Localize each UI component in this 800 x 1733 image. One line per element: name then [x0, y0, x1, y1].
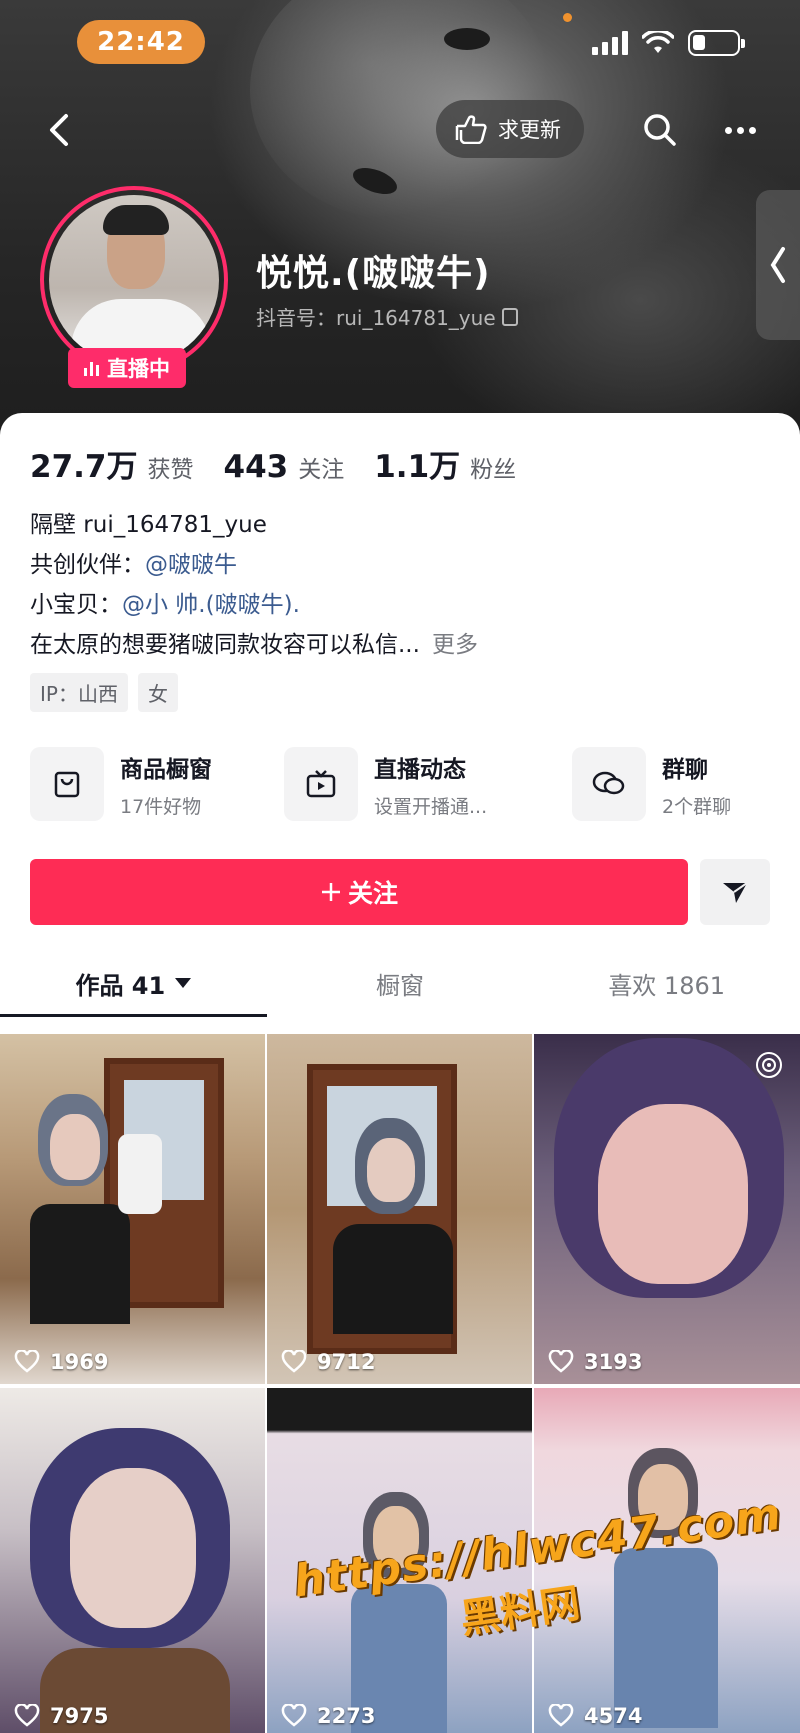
stat-label: 获赞	[147, 457, 194, 483]
douyin-id-text: 抖音号：rui_164781_yue	[256, 306, 496, 330]
stat-value: 27.7万	[30, 449, 138, 485]
shortcut-shop-window[interactable]: 商品橱窗 17件好物	[30, 747, 212, 821]
gender-tag: 女	[137, 673, 178, 712]
side-drawer-handle[interactable]	[756, 190, 800, 340]
profile-name: 悦悦.(啵啵牛)	[256, 253, 491, 294]
privacy-indicator-dot	[563, 13, 572, 22]
request-update-label: 求更新	[498, 118, 561, 142]
live-badge[interactable]: 直播中	[68, 348, 186, 388]
stat-value: 1.1万	[374, 449, 461, 485]
back-icon[interactable]	[40, 108, 80, 152]
douyin-id[interactable]: 抖音号：rui_164781_yue	[256, 302, 518, 331]
heart-icon	[548, 1704, 574, 1727]
shortcut-group-chat[interactable]: 群聊 2个群聊	[572, 747, 731, 821]
heart-icon	[14, 1704, 40, 1727]
shopping-bag-icon	[30, 747, 104, 821]
heart-icon	[548, 1350, 574, 1373]
tab-liked[interactable]: 喜欢 1861	[533, 953, 800, 1013]
live-badge-label: 直播中	[107, 357, 170, 381]
profile-tabs: 作品 41 橱窗 喜欢 1861	[0, 953, 800, 1017]
mention-link[interactable]: @小 帅.(啵啵牛).	[122, 592, 300, 618]
shortcut-live-updates[interactable]: 直播动态 设置开播通...	[284, 747, 487, 821]
video-thumbnail[interactable]: 9712	[267, 1034, 532, 1384]
bio-text: 在太原的想要猪啵同款妆容可以私信...	[30, 632, 420, 658]
shortcut-subtitle: 2个群聊	[662, 795, 732, 818]
stat-label: 关注	[298, 457, 345, 483]
video-likes: 4574	[548, 1704, 642, 1728]
bio-line: 共创伙伴：@啵啵牛	[30, 545, 478, 585]
shortcut-subtitle: 设置开播通...	[374, 795, 488, 818]
bio-line: 隔壁 rui_164781_yue	[30, 512, 267, 538]
recommend-users-button[interactable]	[700, 859, 770, 925]
stat-likes[interactable]: 27.7万 获赞	[30, 441, 194, 486]
bio-more-link[interactable]: 更多	[432, 632, 478, 658]
shortcut-subtitle: 17件好物	[120, 795, 202, 818]
search-icon[interactable]	[640, 110, 680, 150]
wifi-icon	[642, 31, 674, 53]
video-likes: 2273	[281, 1704, 375, 1728]
follow-button-label: 关注	[347, 879, 398, 908]
tab-label: 作品 41	[75, 971, 166, 1000]
video-thumbnail[interactable]: 3193	[534, 1034, 800, 1384]
request-update-button[interactable]: 求更新	[436, 100, 584, 158]
chat-bubbles-icon	[572, 747, 646, 821]
avatar-image	[49, 195, 219, 365]
copy-icon[interactable]	[501, 307, 518, 326]
video-likes-count: 9712	[317, 1350, 376, 1374]
caret-down-icon	[175, 978, 192, 988]
video-likes: 1969	[14, 1350, 108, 1374]
chevron-left-icon	[770, 247, 785, 283]
avatar[interactable]	[40, 186, 228, 374]
bio-prefix: 小宝贝：	[30, 592, 122, 618]
heart-icon	[281, 1704, 307, 1727]
status-icons	[592, 30, 745, 56]
heart-icon	[14, 1350, 40, 1373]
tab-works[interactable]: 作品 41	[0, 953, 267, 1017]
tab-shop-window[interactable]: 橱窗	[267, 953, 534, 1013]
tab-label: 橱窗	[376, 971, 424, 1000]
battery-icon	[688, 30, 745, 56]
tab-label: 喜欢 1861	[608, 971, 726, 1000]
stat-label: 粉丝	[470, 457, 517, 483]
video-likes-count: 7975	[50, 1704, 109, 1728]
video-thumbnail[interactable]: 1969	[0, 1034, 265, 1384]
shortcut-title: 直播动态	[374, 756, 466, 783]
cellular-signal-icon	[592, 31, 628, 55]
bio-prefix: 共创伙伴：	[30, 552, 145, 578]
bio-line: 在太原的想要猪啵同款妆容可以私信... 更多	[30, 625, 478, 665]
video-likes: 3193	[548, 1350, 642, 1374]
shortcut-title: 商品橱窗	[120, 756, 212, 783]
stat-followers[interactable]: 1.1万 粉丝	[374, 441, 516, 486]
live-bars-icon	[84, 360, 99, 376]
bio-line: 小宝贝：@小 帅.(啵啵牛).	[30, 585, 478, 625]
multi-image-icon	[756, 1052, 782, 1078]
video-likes-count: 1969	[50, 1350, 109, 1374]
status-time: 22:42	[77, 20, 205, 64]
cover-photo-eye	[444, 28, 490, 50]
pointing-hand-icon	[455, 115, 487, 144]
stat-value: 443	[223, 449, 289, 485]
send-icon	[723, 882, 748, 903]
video-thumbnail[interactable]: 7975	[0, 1388, 265, 1733]
profile-shortcuts: 商品橱窗 17件好物 直播动态 设置开播通... 群聊 2个群聊	[30, 747, 780, 825]
follow-button[interactable]: 关注	[30, 859, 688, 925]
mention-link[interactable]: @啵啵牛	[145, 552, 237, 578]
tv-icon	[284, 747, 358, 821]
plus-icon	[321, 883, 340, 901]
video-likes-count: 4574	[584, 1704, 643, 1728]
heart-icon	[281, 1350, 307, 1373]
stat-following[interactable]: 443 关注	[224, 449, 345, 485]
video-likes: 7975	[14, 1704, 108, 1728]
video-likes-count: 2273	[317, 1704, 376, 1728]
profile-bio: 隔壁 rui_164781_yue 共创伙伴：@啵啵牛 小宝贝：@小 帅.(啵啵…	[30, 505, 478, 665]
profile-stats: 27.7万 获赞 443 关注 1.1万 粉丝	[30, 441, 546, 486]
more-options-icon[interactable]	[720, 112, 760, 148]
profile-tags: IP：山西 女	[30, 673, 178, 712]
shortcut-title: 群聊	[662, 756, 708, 783]
video-likes-count: 3193	[584, 1350, 643, 1374]
ip-tag: IP：山西	[30, 673, 128, 712]
video-likes: 9712	[281, 1350, 375, 1374]
